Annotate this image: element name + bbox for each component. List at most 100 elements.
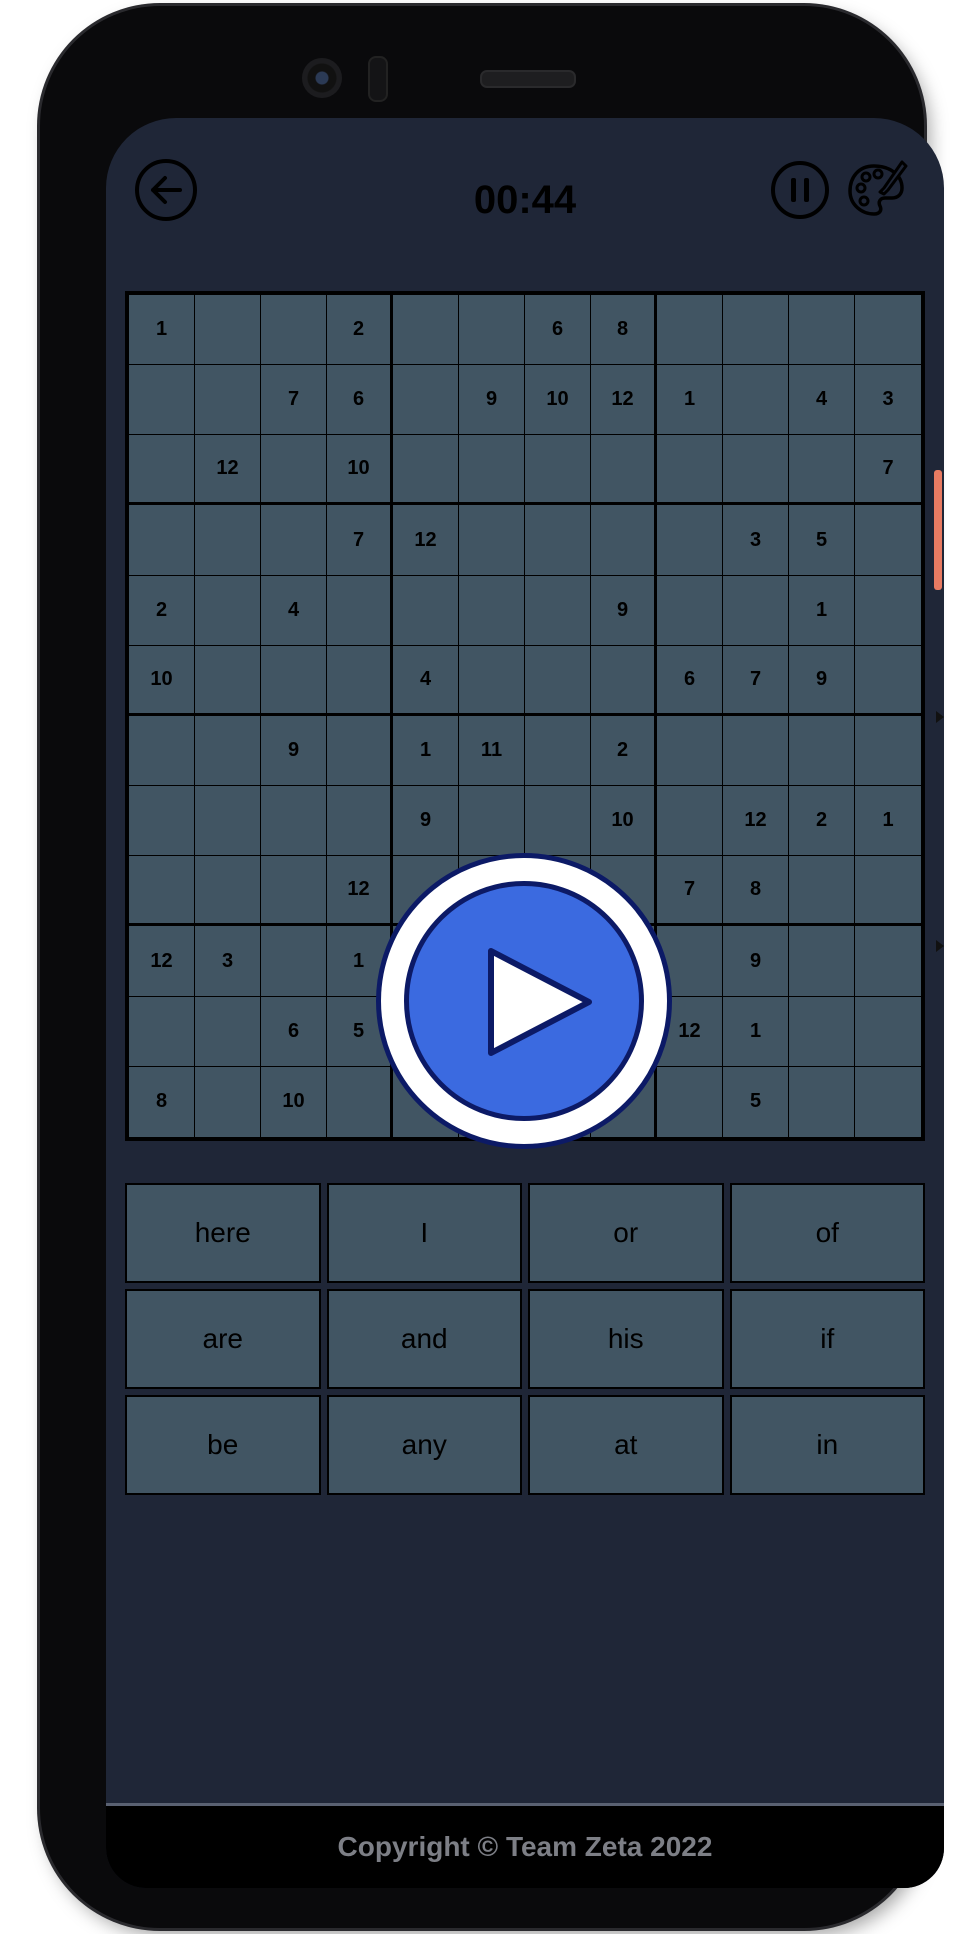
board-cell[interactable] [789,856,855,927]
board-cell[interactable]: 12 [129,926,195,997]
board-cell[interactable] [261,645,327,716]
board-cell[interactable]: 9 [393,786,459,857]
board-cell[interactable] [525,715,591,787]
board-cell[interactable] [723,295,789,366]
board-cell[interactable]: 10 [327,435,393,506]
board-cell[interactable]: 6 [657,645,723,716]
board-cell[interactable] [855,505,921,576]
board-cell[interactable] [657,295,723,366]
keypad-button[interactable]: any [326,1395,522,1495]
board-cell[interactable] [855,926,921,997]
board-cell[interactable] [195,505,261,576]
board-cell[interactable] [525,575,591,646]
board-cell[interactable]: 8 [591,295,657,366]
board-cell[interactable] [129,435,195,506]
board-cell[interactable]: 1 [129,295,195,366]
board-cell[interactable] [591,645,657,716]
keypad-button[interactable]: in [729,1395,925,1495]
board-cell[interactable] [591,435,657,506]
board-cell[interactable] [393,435,459,506]
board-cell[interactable] [723,715,789,787]
board-cell[interactable] [855,856,921,927]
board-cell[interactable] [195,856,261,927]
board-cell[interactable]: 9 [591,575,657,646]
board-cell[interactable]: 8 [723,856,789,927]
board-cell[interactable] [327,715,393,787]
board-cell[interactable] [129,786,195,857]
board-cell[interactable]: 1 [393,715,459,787]
board-cell[interactable] [657,715,723,787]
board-cell[interactable] [459,645,525,716]
board-cell[interactable] [195,1066,261,1137]
keypad-button[interactable]: here [125,1183,321,1283]
board-cell[interactable] [459,505,525,576]
board-cell[interactable]: 4 [261,575,327,646]
board-cell[interactable]: 2 [129,575,195,646]
keypad-button[interactable]: and [326,1289,522,1389]
board-cell[interactable] [195,365,261,436]
board-cell[interactable]: 9 [723,926,789,997]
board-cell[interactable] [789,926,855,997]
board-cell[interactable]: 10 [261,1066,327,1137]
board-cell[interactable] [261,295,327,366]
board-cell[interactable]: 8 [129,1066,195,1137]
board-cell[interactable]: 12 [327,856,393,927]
board-cell[interactable] [195,645,261,716]
board-cell[interactable] [525,435,591,506]
board-cell[interactable] [393,575,459,646]
board-cell[interactable]: 7 [657,856,723,927]
board-cell[interactable]: 1 [789,575,855,646]
board-cell[interactable]: 4 [789,365,855,436]
board-cell[interactable] [261,435,327,506]
board-cell[interactable] [459,786,525,857]
board-cell[interactable] [129,996,195,1067]
board-cell[interactable] [855,646,921,716]
board-cell[interactable] [723,435,789,506]
board-cell[interactable]: 12 [393,505,459,576]
board-cell[interactable]: 3 [195,926,261,997]
board-cell[interactable] [129,856,195,927]
board-cell[interactable] [657,435,723,506]
pause-button[interactable] [770,160,830,220]
theme-button[interactable] [844,158,908,222]
board-cell[interactable] [129,365,195,436]
board-cell[interactable]: 5 [789,505,855,576]
board-cell[interactable] [393,295,459,366]
board-cell[interactable] [789,715,855,787]
board-cell[interactable] [723,365,789,436]
board-cell[interactable] [129,505,195,576]
board-cell[interactable]: 9 [789,645,855,716]
resume-play-button[interactable] [376,853,672,1149]
board-cell[interactable]: 9 [459,365,525,436]
board-cell[interactable] [657,575,723,646]
keypad-button[interactable]: if [729,1289,925,1389]
board-cell[interactable] [657,505,723,576]
board-cell[interactable]: 7 [723,645,789,716]
board-cell[interactable]: 4 [393,645,459,716]
board-cell[interactable] [789,1066,855,1137]
board-cell[interactable]: 12 [591,365,657,436]
board-cell[interactable]: 6 [525,295,591,366]
board-cell[interactable]: 6 [327,365,393,436]
board-cell[interactable]: 5 [723,1066,789,1137]
board-cell[interactable]: 3 [855,365,921,436]
board-cell[interactable] [327,786,393,857]
board-cell[interactable] [195,996,261,1067]
board-cell[interactable] [525,505,591,576]
board-cell[interactable]: 7 [855,435,921,506]
board-cell[interactable] [855,1067,921,1137]
board-cell[interactable]: 6 [261,996,327,1067]
board-cell[interactable] [261,786,327,857]
keypad-button[interactable]: be [125,1395,321,1495]
board-cell[interactable] [459,435,525,506]
board-cell[interactable] [459,295,525,366]
board-cell[interactable]: 12 [195,435,261,506]
board-cell[interactable] [591,505,657,576]
board-cell[interactable] [657,786,723,857]
board-cell[interactable]: 1 [723,996,789,1067]
keypad-button[interactable]: are [125,1289,321,1389]
board-cell[interactable]: 2 [789,786,855,857]
board-cell[interactable] [855,295,921,366]
board-cell[interactable] [393,365,459,436]
board-cell[interactable] [327,645,393,716]
